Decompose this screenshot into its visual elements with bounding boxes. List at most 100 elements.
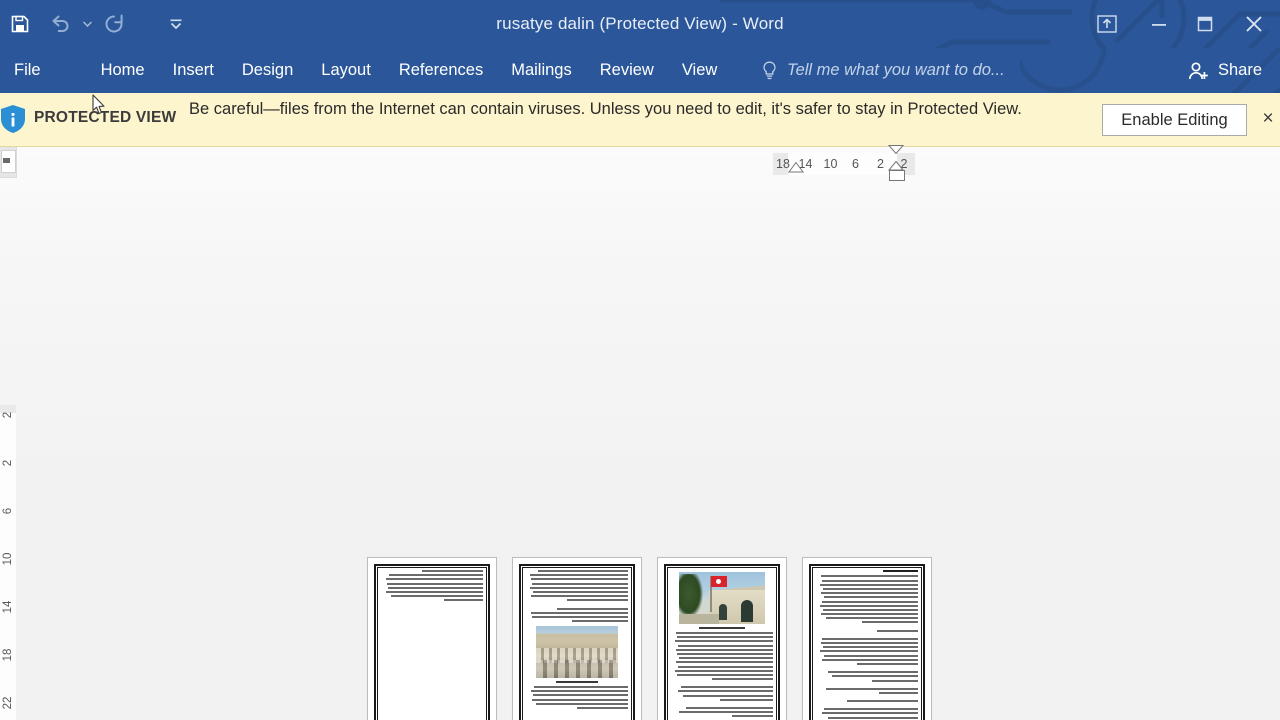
text-line — [532, 615, 628, 618]
chevron-down-icon — [82, 21, 92, 27]
text-line — [530, 586, 628, 589]
text-line — [675, 640, 773, 643]
ribbon-tab-bar: File Home Insert Design Layout Reference… — [0, 48, 1280, 93]
save-button[interactable] — [0, 4, 40, 44]
ribbon-tabs: File Home Insert Design Layout Reference… — [0, 48, 731, 93]
document-page-4[interactable] — [802, 557, 932, 720]
text-line — [820, 583, 918, 586]
text-line — [677, 652, 773, 655]
tab-file[interactable]: File — [0, 48, 54, 93]
tab-file-label: File — [14, 61, 41, 79]
customize-quick-access-toolbar-button[interactable] — [156, 4, 196, 44]
first-line-indent-marker[interactable] — [888, 145, 904, 154]
info-shield-icon — [1, 105, 25, 133]
text-line — [683, 694, 773, 697]
document-page-2[interactable] — [512, 557, 642, 720]
text-line — [822, 600, 918, 603]
vertical-ruler[interactable]: 2 2 6 10 14 18 22 — [0, 405, 16, 720]
tab-review-label: Review — [599, 61, 654, 79]
word-window: rusatye dalin (Protected View) - Word Fi… — [0, 0, 1280, 720]
tab-mailings[interactable]: Mailings — [497, 48, 586, 93]
text-line — [538, 570, 628, 572]
ribbon-display-options-button[interactable] — [1078, 0, 1136, 48]
text-line — [824, 596, 918, 599]
text-line — [681, 686, 773, 689]
text-line — [828, 716, 918, 719]
text-line — [421, 570, 483, 572]
share-person-icon — [1188, 61, 1208, 79]
close-icon — [1246, 16, 1262, 32]
text-line — [678, 665, 773, 668]
tab-insert[interactable]: Insert — [159, 48, 228, 93]
text-line — [534, 686, 628, 689]
text-line — [824, 654, 918, 657]
minimize-button[interactable] — [1136, 0, 1182, 48]
document-page-1[interactable] — [367, 557, 497, 720]
title-bar: rusatye dalin (Protected View) - Word — [0, 0, 1280, 48]
vruler-tick: 18 — [2, 648, 14, 662]
dismiss-protected-view-button[interactable]: × — [1258, 108, 1278, 130]
tab-references[interactable]: References — [385, 48, 497, 93]
tab-home[interactable]: Home — [87, 48, 159, 93]
image-caption — [555, 681, 599, 684]
text-line — [821, 642, 918, 645]
text-line — [388, 586, 483, 589]
tab-layout[interactable]: Layout — [307, 48, 385, 93]
tab-home-label: Home — [100, 61, 145, 79]
enable-editing-button[interactable]: Enable Editing — [1102, 104, 1247, 136]
text-line — [826, 687, 918, 690]
page-3-content — [671, 570, 773, 720]
undo-dropdown-caret[interactable] — [80, 4, 94, 44]
text-line — [678, 690, 773, 693]
text-line — [824, 708, 918, 711]
arched-window-shape — [719, 604, 727, 620]
text-line — [719, 698, 773, 701]
right-indent-marker[interactable] — [788, 162, 804, 173]
tell-me-search[interactable]: Tell me what you want to do... — [762, 48, 1005, 93]
quick-access-toolbar — [0, 0, 196, 48]
text-line — [677, 673, 773, 676]
hruler-tick: 10 — [823, 157, 838, 171]
document-page-3[interactable] — [657, 557, 787, 720]
text-line — [566, 599, 628, 602]
restore-button[interactable] — [1182, 0, 1228, 48]
left-indent-marker[interactable] — [889, 170, 905, 181]
restore-icon — [1197, 16, 1213, 32]
text-line — [675, 669, 773, 672]
text-line — [823, 646, 918, 649]
text-line — [532, 698, 628, 701]
tab-view[interactable]: View — [668, 48, 731, 93]
text-line — [732, 715, 773, 718]
window-controls — [1078, 0, 1280, 48]
tree-shape — [679, 574, 703, 618]
tab-insert-label: Insert — [172, 61, 214, 79]
ground-shape — [679, 614, 719, 624]
undo-button[interactable] — [40, 4, 80, 44]
dismiss-protected-view-icon: × — [1262, 108, 1274, 129]
enable-editing-label: Enable Editing — [1121, 110, 1228, 129]
text-line — [879, 691, 918, 694]
text-line — [531, 595, 628, 598]
text-line — [577, 707, 628, 709]
redo-button[interactable] — [94, 4, 134, 44]
overflow-chevron-icon — [170, 19, 182, 29]
tab-stop-selector[interactable] — [0, 147, 17, 178]
text-line — [856, 662, 918, 665]
text-line — [846, 700, 918, 703]
text-line — [828, 671, 918, 674]
share-label: Share — [1217, 61, 1262, 79]
arched-window-shape — [741, 600, 753, 622]
tab-design[interactable]: Design — [228, 48, 307, 93]
text-line — [389, 574, 483, 577]
minimize-icon — [1152, 24, 1166, 26]
vruler-tick: 6 — [2, 507, 14, 515]
tab-review[interactable]: Review — [586, 48, 668, 93]
tab-design-label: Design — [241, 61, 294, 79]
text-line — [820, 604, 918, 607]
share-button[interactable]: Share — [1177, 48, 1272, 93]
text-line — [532, 582, 628, 585]
tab-mailings-label: Mailings — [511, 61, 572, 79]
vruler-tick: 14 — [2, 600, 14, 614]
close-button[interactable] — [1228, 0, 1280, 48]
text-line — [530, 574, 628, 577]
